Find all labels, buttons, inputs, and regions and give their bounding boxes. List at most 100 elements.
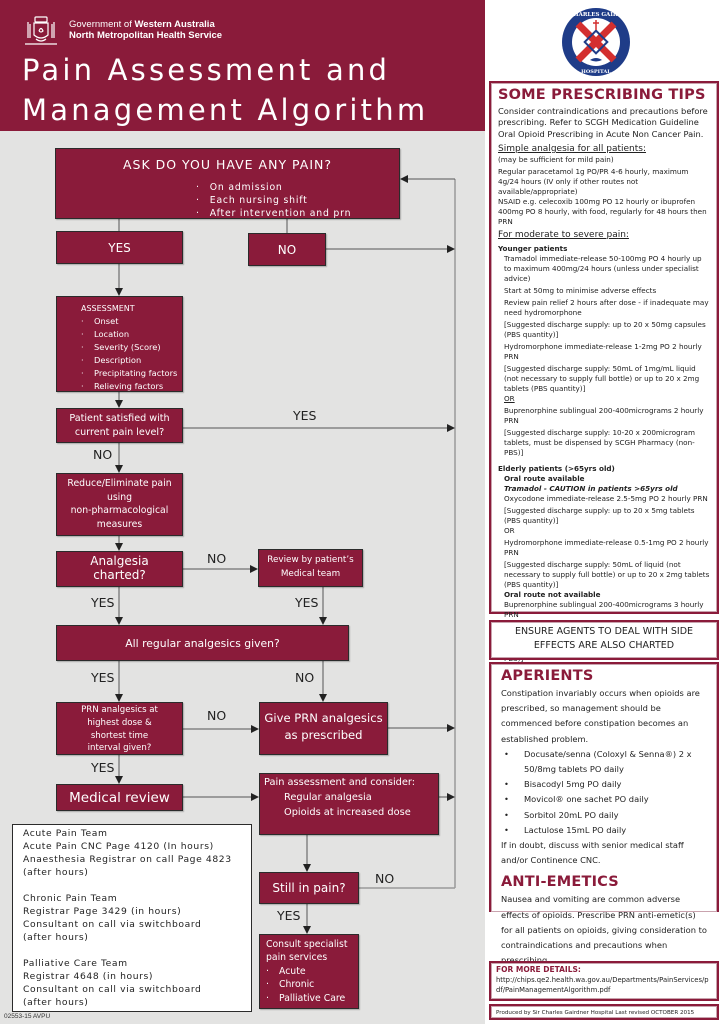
- page-header: Government of Western Australia North Me…: [0, 0, 485, 131]
- tip-or: OR: [504, 525, 515, 535]
- oral-route-available: Oral route available: [504, 473, 585, 483]
- younger-patients-heading: Younger patients: [498, 243, 568, 253]
- label-yes-charted: YES: [91, 595, 115, 610]
- analgesia-charted-box: Analgesia charted?: [56, 551, 183, 587]
- tip-line: Hydromorphone immediate-release 1-2mg PO…: [504, 341, 702, 361]
- label-no-prn: NO: [207, 708, 227, 723]
- health-service-name: North Metropolitan Health Service: [69, 30, 223, 41]
- tip-line: [Suggested discharge supply: 10-20 x 200…: [504, 427, 695, 457]
- list-item: Palliative Care: [266, 992, 358, 1006]
- still-in-pain-box: Still in pain?: [259, 872, 359, 904]
- box-text: Pain assessment and consider:: [264, 777, 416, 788]
- box-text: Give PRN analgesics: [264, 711, 383, 725]
- label-yes-satisfied: YES: [293, 408, 317, 423]
- box-text: Opioids at increased dose: [284, 807, 411, 818]
- label-yes-still: YES: [277, 908, 301, 923]
- list-item: Description: [81, 354, 182, 367]
- box-text: shortest time: [90, 730, 149, 741]
- list-item: Precipitating factors: [81, 367, 182, 380]
- tip-line: Review pain relief 2 hours after dose - …: [504, 297, 709, 317]
- contact-line: (after hours): [23, 997, 89, 1008]
- hospital-logo-bottom-text: HOSPITAL: [581, 69, 611, 75]
- prescribing-tips-title: SOME PRESCRIBING TIPS: [498, 87, 706, 103]
- prescribing-tips-panel: SOME PRESCRIBING TIPS Consider contraind…: [489, 81, 719, 675]
- box-text: interval given?: [87, 743, 152, 754]
- tip-line: [Suggested discharge supply: up to 20 x …: [504, 505, 695, 525]
- label-no-still: NO: [375, 871, 395, 886]
- tip-line: Tramadol immediate-release 50-100mg PO 4…: [504, 253, 702, 283]
- document-code: 02553-15 AVPU: [4, 1013, 51, 1020]
- box-text: current pain level?: [74, 426, 165, 438]
- page-title-line-1: Pain Assessment and: [22, 53, 391, 87]
- list-item: On admission: [196, 181, 351, 194]
- box-text: Review by patient’s: [267, 555, 354, 565]
- contact-line: Acute Pain Team: [23, 828, 108, 839]
- more-details-panel: FOR MORE DETAILS: http://chips.qe2.healt…: [489, 961, 719, 1001]
- list-item: Lactulose 15mL PO daily: [501, 823, 709, 838]
- label-yes-review: YES: [295, 595, 319, 610]
- consult-list: Acute Chronic Palliative Care: [266, 965, 358, 1006]
- aperients-title: APERIENTS: [501, 668, 594, 684]
- tip-line: [Suggested discharge supply: 50mL of 1mg…: [504, 363, 700, 393]
- assessment-list: Onset Location Severity (Score) Descript…: [81, 315, 182, 393]
- aperients-list: Docusate/senna (Coloxyl & Senna®) 2 x 50…: [501, 747, 709, 838]
- ensure-text: ENSURE AGENTS TO DEAL WITH SIDE: [514, 626, 694, 637]
- box-text: measures: [96, 518, 143, 530]
- pain-assessment-consider-box: Pain assessment and consider: Regular an…: [259, 773, 439, 835]
- medical-team-review-box: Review by patient’s Medical team: [258, 549, 363, 587]
- list-item: Bisacodyl 5mg PO daily: [501, 777, 709, 792]
- tramadol-caution: Tramadol - CAUTION in patients >65yrs ol…: [504, 483, 678, 493]
- box-text: Medical team: [280, 568, 341, 579]
- list-item: Each nursing shift: [196, 194, 351, 207]
- box-text: Patient satisfied with: [69, 413, 170, 424]
- box-text: charted?: [93, 568, 146, 582]
- yes-pain-box: YES: [56, 231, 183, 264]
- tip-line: Buprenorphine sublingual 200-400microgra…: [504, 599, 704, 619]
- ensure-text: EFFECTS ARE ALSO CHARTED: [533, 640, 675, 651]
- label-no-satisfied: NO: [93, 447, 113, 462]
- list-item: Relieving factors: [81, 380, 182, 393]
- government-crest-icon: [25, 16, 57, 45]
- simple-analgesia-heading: Simple analgesia for all patients:: [498, 143, 647, 154]
- box-text: highest dose &: [87, 717, 152, 728]
- ask-pain-title: ASK DO YOU HAVE ANY PAIN?: [122, 157, 333, 172]
- contact-line: Anaesthesia Registrar on call Page 4823: [23, 854, 232, 865]
- more-details-heading: FOR MORE DETAILS:: [496, 965, 581, 974]
- more-details-link[interactable]: http://chips.qe2.health.wa.gov.au/Depart…: [496, 975, 712, 995]
- tip-line: Regular paracetamol 1g PO/PR 4-6 hourly,…: [498, 166, 689, 196]
- aperients-panel: APERIENTS Constipation invariably occurs…: [489, 662, 719, 965]
- box-text: pain services: [266, 952, 328, 964]
- list-item: Movicol® one sachet PO daily: [501, 792, 709, 807]
- oral-route-not-available: Oral route not available: [504, 589, 601, 599]
- label-yes-prn: YES: [91, 760, 115, 775]
- produced-by-note: Produced by Sir Charles Gairdner Hospita…: [489, 1004, 719, 1020]
- tip-line: NSAID e.g. celecoxib 100mg PO 12 hourly …: [498, 196, 707, 226]
- tip-or: OR: [504, 393, 515, 403]
- regular-analgesics-box: All regular analgesics given?: [56, 625, 349, 661]
- contact-line: Registrar Page 3429 (in hours): [23, 906, 182, 917]
- contact-line: Consultant on call via switchboard: [23, 919, 202, 930]
- ask-pain-box: ASK DO YOU HAVE ANY PAIN? On admission E…: [55, 148, 400, 219]
- assessment-box: ASSESSMENT Onset Location Severity (Scor…: [56, 296, 183, 393]
- elderly-patients-heading: Elderly patients (>65yrs old): [498, 463, 615, 473]
- label-no-charted: NO: [207, 551, 227, 566]
- box-text: PRN analgesics at: [81, 705, 158, 715]
- prn-highest-dose-box: PRN analgesics at highest dose & shortes…: [56, 702, 183, 755]
- tip-line: [Suggested discharge supply: up to 20 x …: [504, 319, 706, 339]
- contact-line: (after hours): [23, 867, 89, 878]
- label-no-regular: NO: [295, 670, 315, 685]
- reduce-pain-box: Reduce/Eliminate pain using non-pharmaco…: [56, 473, 183, 536]
- give-prn-box: Give PRN analgesics as prescribed: [259, 702, 388, 755]
- box-text: non-pharmacological: [70, 505, 169, 516]
- government-name: Government of Western Australia: [69, 19, 215, 30]
- box-text: Consult specialist: [266, 939, 348, 950]
- consult-specialist-box: Consult specialist pain services Acute C…: [259, 934, 359, 1009]
- list-item: Location: [81, 328, 182, 341]
- list-item: Acute: [266, 965, 358, 979]
- list-item: Sorbitol 20mL PO daily: [501, 808, 709, 823]
- list-item: Onset: [81, 315, 182, 328]
- contact-line: Consultant on call via switchboard: [23, 984, 202, 995]
- page-title-line-2: Management Algorithm: [22, 93, 429, 127]
- ask-pain-list: On admission Each nursing shift After in…: [196, 181, 351, 220]
- antiemetics-body: Nausea and vomiting are common adverse e…: [501, 894, 707, 965]
